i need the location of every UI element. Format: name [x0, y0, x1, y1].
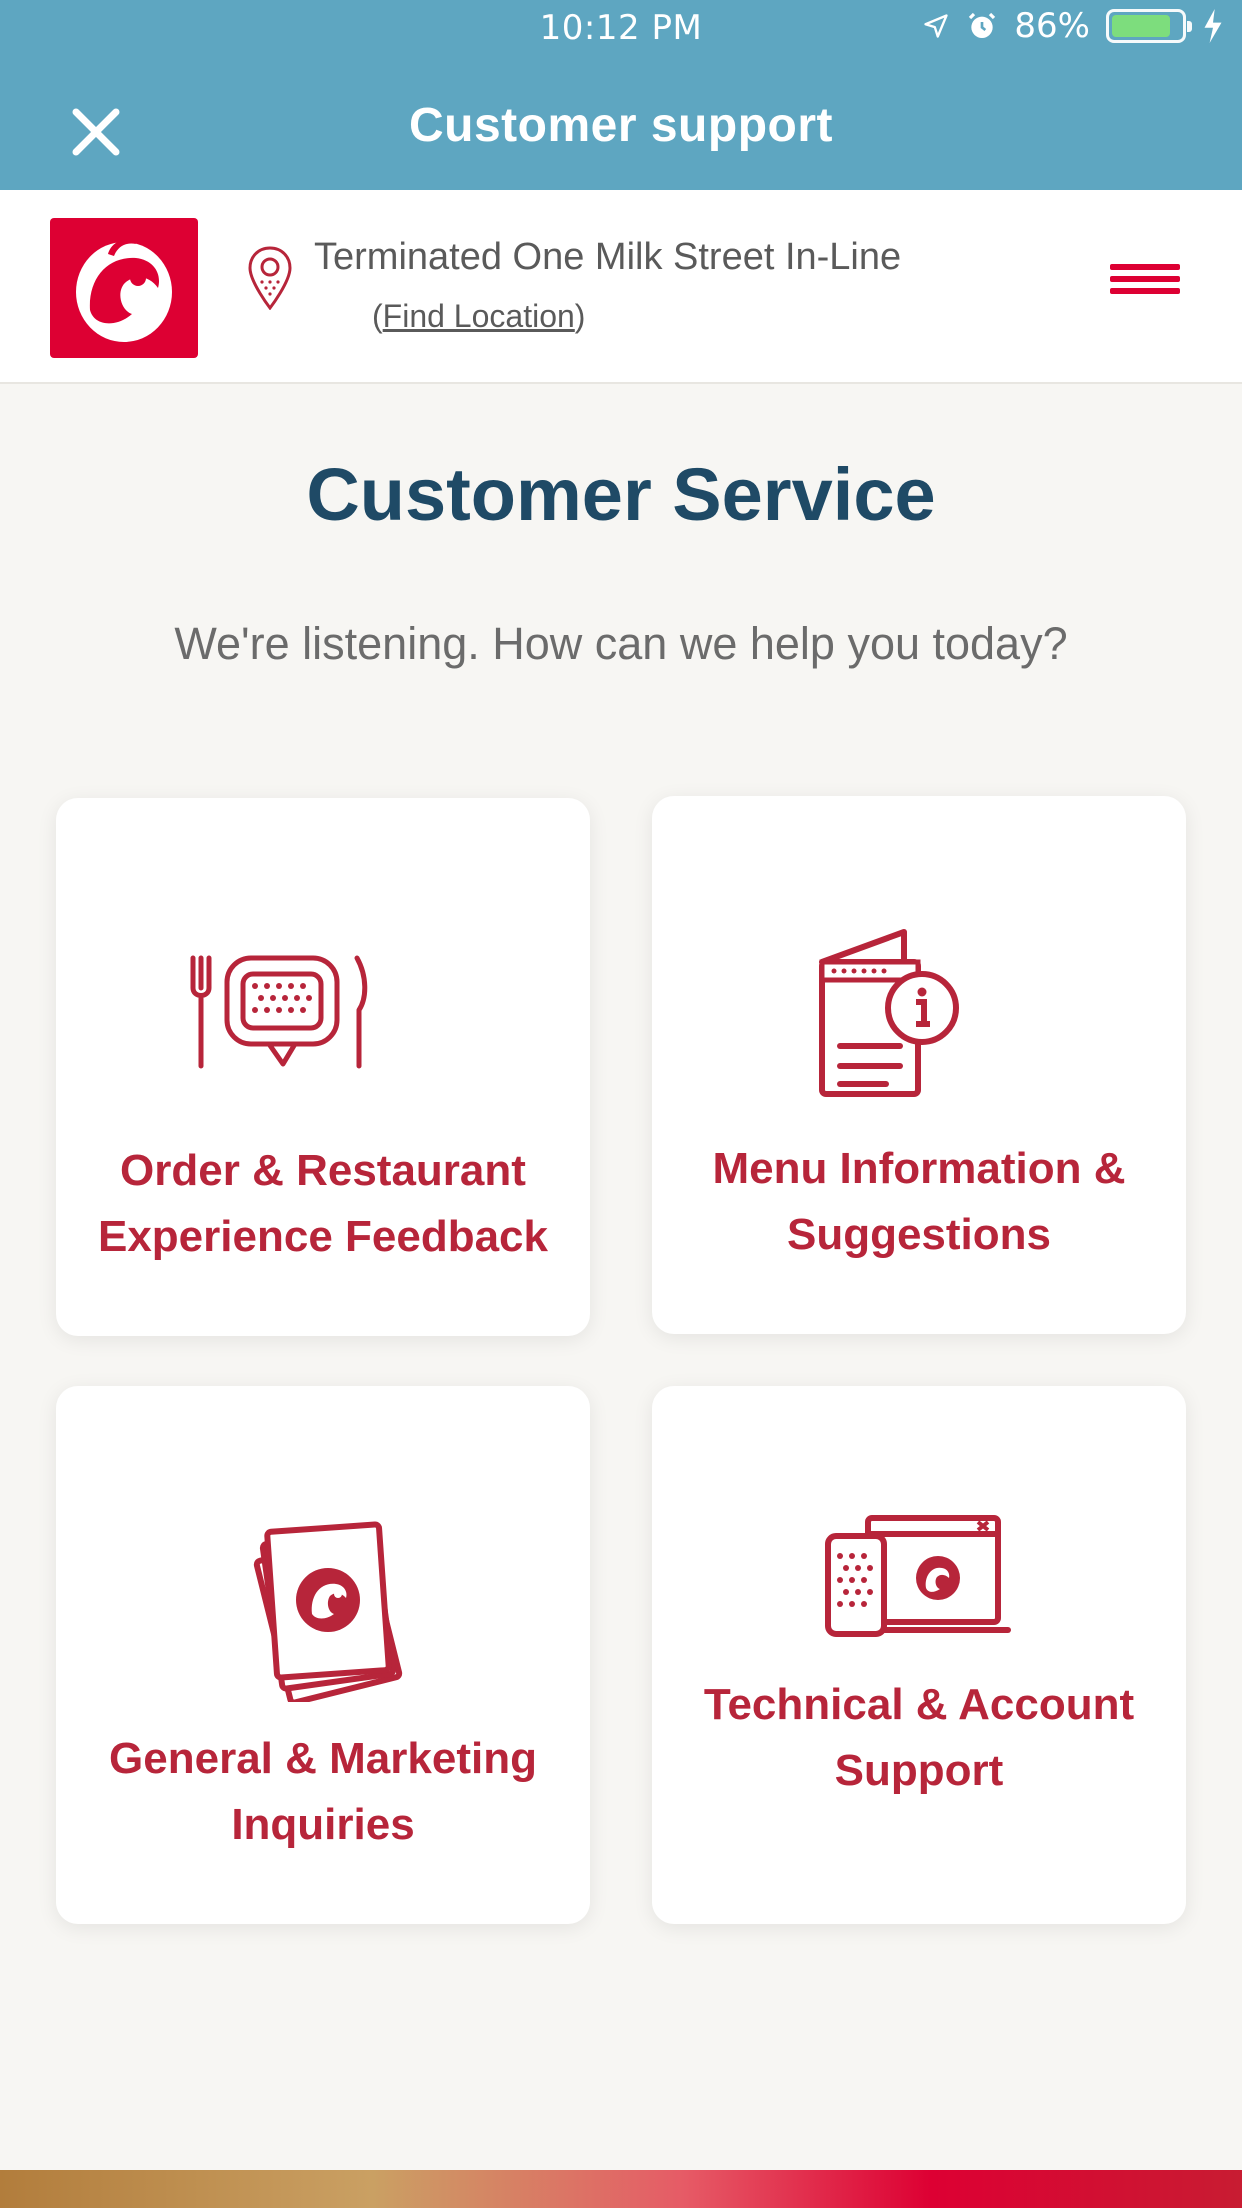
hamburger-menu-icon — [1110, 264, 1180, 294]
logo-mark-icon — [76, 239, 172, 342]
card-label: Menu Information & Suggestions — [712, 1144, 1126, 1259]
page-subtitle: We're listening. How can we help you tod… — [174, 618, 1068, 669]
marketing-cards-icon — [242, 1510, 412, 1707]
promo-image-strip — [0, 2170, 1242, 2208]
hamburger-menu-button[interactable] — [1110, 258, 1180, 314]
card-marketing-inquiries[interactable]: General & Marketing Inquiries — [56, 1386, 590, 1924]
page-header-title: Customer support — [408, 99, 833, 152]
restaurant-bar: Terminated One Milk Street In-Line (Find… — [0, 190, 1242, 384]
card-technical-support[interactable]: Technical & Account Support — [652, 1386, 1186, 1924]
page-title: Customer Service — [306, 453, 936, 536]
location-name: Terminated One Milk Street In-Line — [314, 236, 902, 278]
feedback-chat-icon — [181, 948, 377, 1079]
charging-bolt-icon — [1204, 9, 1222, 43]
paren-close: ) — [574, 298, 586, 334]
status-icons: 86% — [922, 6, 1224, 46]
devices-icon — [822, 1512, 1012, 1647]
battery-percent: 86% — [1014, 6, 1090, 46]
status-bar: 10:12 PM 86% — [0, 0, 1242, 58]
battery-icon — [1106, 9, 1192, 43]
card-label: Order & Restaurant Experience Feedback — [97, 1146, 548, 1261]
find-location-row: (Find Location) — [372, 298, 585, 335]
card-menu-info[interactable]: Menu Information & Suggestions — [652, 796, 1186, 1334]
card-label: General & Marketing Inquiries — [109, 1734, 537, 1849]
menu-info-icon — [814, 918, 964, 1103]
card-order-feedback[interactable]: Order & Restaurant Experience Feedback — [56, 798, 590, 1336]
paren-open: ( — [372, 298, 383, 334]
card-label: Technical & Account Support — [703, 1680, 1135, 1795]
location-pin-icon — [247, 246, 293, 311]
alarm-clock-icon — [969, 12, 996, 38]
top-app-bar: Customer support — [0, 58, 1242, 190]
battery-level — [1112, 15, 1171, 37]
find-location-link[interactable]: Find Location — [383, 298, 575, 334]
location-arrow-icon — [924, 14, 949, 38]
chick-fil-a-logo[interactable] — [50, 218, 198, 358]
